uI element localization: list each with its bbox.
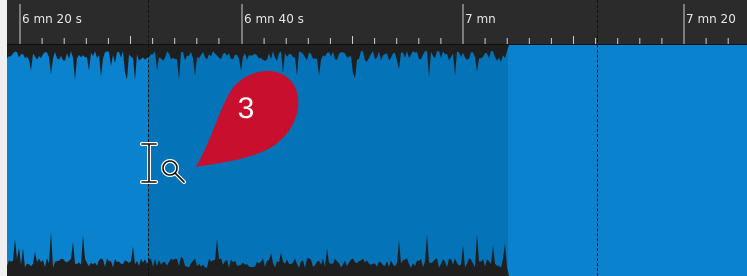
waveform-peaks [7, 45, 747, 276]
callout-number: 3 [237, 92, 255, 125]
zoom-text-cursor-icon [140, 142, 186, 184]
ruler-ticks [19, 4, 729, 44]
ruler-label-6mn40s: 6 mn 40 s [244, 12, 304, 26]
ruler-label-6mn20s: 6 mn 20 s [22, 12, 82, 26]
marker-line-left[interactable] [148, 0, 149, 276]
left-border [0, 0, 7, 276]
audio-editor-view: 6 mn 20 s 6 mn 40 s 7 mn 7 mn 20 3 [0, 0, 747, 276]
waveform-display[interactable] [7, 45, 747, 276]
ruler-label-7mn20: 7 mn 20 [686, 12, 736, 26]
time-ruler[interactable]: 6 mn 20 s 6 mn 40 s 7 mn 7 mn 20 [7, 0, 747, 45]
marker-line-right[interactable] [597, 0, 598, 276]
ruler-label-7mn: 7 mn [465, 12, 496, 26]
